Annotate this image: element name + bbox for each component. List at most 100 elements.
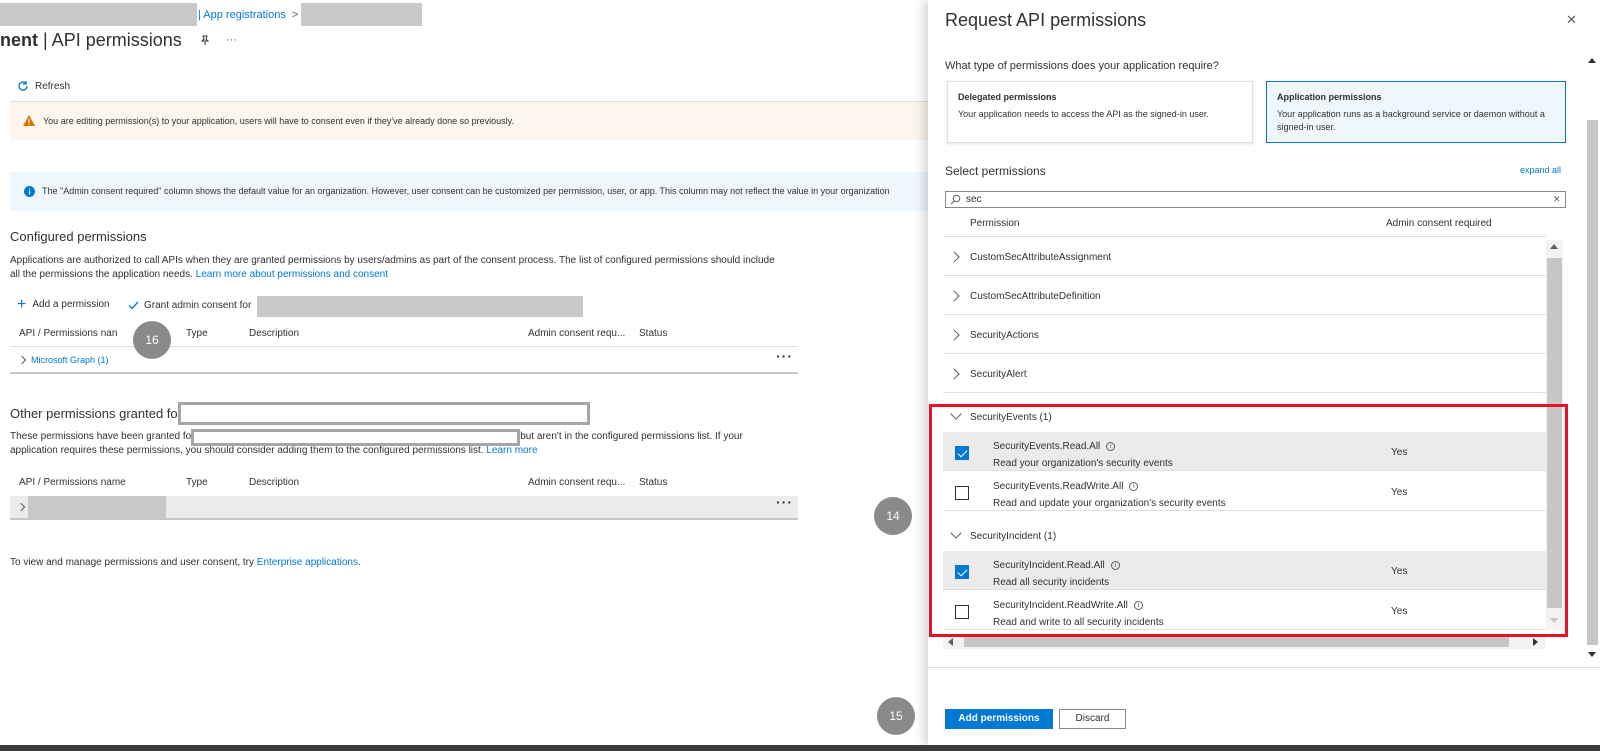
panel-vertical-scrollbar[interactable]: [1585, 52, 1600, 662]
step-badge-16: 16: [133, 321, 171, 359]
group-label: SecurityActions: [970, 330, 1039, 341]
redacted-api-name: [28, 496, 166, 518]
chevron-right-icon: [948, 329, 960, 341]
scroll-thumb[interactable]: [1587, 120, 1598, 645]
scroll-left-icon[interactable]: [948, 638, 953, 646]
group-label: SecurityAlert: [970, 369, 1027, 380]
panel-title: Request API permissions: [945, 10, 1147, 30]
step-badge-14: 14: [874, 497, 912, 535]
row-more-icon[interactable]: ···: [776, 494, 793, 510]
refresh-button[interactable]: Refresh: [17, 80, 70, 92]
col-permission[interactable]: Permission: [970, 218, 1019, 229]
discard-button[interactable]: Discard: [1059, 709, 1126, 729]
chevron-right-icon: [17, 355, 27, 365]
warning-banner: You are editing permission(s) to your ap…: [10, 102, 928, 140]
info-icon: [24, 186, 35, 197]
enterprise-apps-link[interactable]: Enterprise applications: [257, 557, 358, 568]
plus-icon: +: [17, 295, 27, 313]
redacted-other-tenant-inline: [191, 429, 520, 446]
other-learn-more-link[interactable]: Learn more: [486, 445, 537, 456]
add-permission-label: Add a permission: [32, 299, 110, 310]
redacted-breadcrumb-root: [0, 3, 197, 26]
page-title: nent | API permissions: [0, 30, 182, 51]
highlight-box: [929, 404, 1568, 637]
application-title: Application permissions: [1277, 92, 1382, 102]
expand-all-link[interactable]: expand all: [1520, 165, 1561, 175]
configured-col-status[interactable]: Status: [639, 328, 667, 339]
delegated-title: Delegated permissions: [958, 92, 1057, 102]
chevron-right-icon: [16, 502, 26, 512]
search-value: sec: [966, 194, 982, 205]
info-banner: The "Admin consent required" column show…: [10, 172, 928, 211]
add-permission-button[interactable]: + Add a permission: [17, 295, 110, 313]
scroll-right-icon[interactable]: [1533, 638, 1538, 646]
more-actions-icon[interactable]: ···: [226, 34, 237, 46]
scroll-down-icon[interactable]: [1588, 652, 1596, 657]
table-row[interactable]: ···: [10, 494, 798, 520]
configured-col-api[interactable]: API / Permissions nan: [19, 328, 119, 339]
application-desc: Your application runs as a background se…: [1277, 109, 1545, 132]
table-row[interactable]: Microsoft Graph (1): [17, 355, 109, 365]
configured-col-admin-consent[interactable]: Admin consent requ...: [528, 328, 625, 339]
delegated-permissions-card[interactable]: Delegated permissions Your application n…: [947, 81, 1253, 143]
other-col-status[interactable]: Status: [639, 477, 667, 488]
other-col-type[interactable]: Type: [186, 477, 208, 488]
other-desc-b: but aren't in the configured permissions…: [520, 431, 743, 442]
grant-consent-button[interactable]: Grant admin consent for: [128, 300, 251, 311]
configured-col-type[interactable]: Type: [186, 328, 208, 339]
scroll-thumb[interactable]: [964, 636, 1509, 647]
breadcrumb-app-registrations[interactable]: | App registrations: [198, 9, 286, 21]
refresh-label: Refresh: [35, 80, 71, 92]
permission-group-custom-sec-attribute-definition[interactable]: CustomSecAttributeDefinition: [943, 276, 1546, 315]
other-title: Other permissions granted for: [10, 406, 182, 421]
footer-text: To view and manage permissions and user …: [10, 557, 361, 568]
info-text: The "Admin consent required" column show…: [42, 186, 890, 196]
chevron-right-icon: [948, 368, 960, 380]
search-clear-icon[interactable]: ✕: [1553, 194, 1561, 205]
scroll-up-icon[interactable]: [1550, 244, 1558, 249]
other-col-description[interactable]: Description: [249, 477, 299, 488]
microsoft-graph-link[interactable]: Microsoft Graph (1): [31, 355, 109, 365]
configured-desc: Applications are authorized to call APIs…: [10, 254, 800, 282]
other-col-admin-consent[interactable]: Admin consent requ...: [528, 477, 625, 488]
refresh-icon: [18, 81, 28, 91]
permission-group-security-actions[interactable]: SecurityActions: [943, 315, 1546, 354]
other-desc-line2: application requires these permissions, …: [10, 445, 484, 456]
close-icon[interactable]: ✕: [1566, 12, 1577, 28]
other-desc-a: These permissions have been granted fo: [10, 431, 192, 442]
configured-title: Configured permissions: [10, 229, 147, 244]
add-permissions-button[interactable]: Add permissions: [945, 709, 1053, 729]
warning-text: You are editing permission(s) to your ap…: [43, 116, 514, 126]
pin-icon[interactable]: [200, 35, 210, 45]
other-col-api[interactable]: API / Permissions name: [19, 477, 126, 488]
permission-type-question: What type of permissions does your appli…: [945, 60, 1219, 72]
redacted-other-tenant: [178, 402, 590, 425]
learn-more-link[interactable]: Learn more about permissions and consent: [196, 269, 388, 280]
configured-desc-line1: Applications are authorized to call APIs…: [10, 255, 775, 266]
configured-col-description[interactable]: Description: [249, 328, 299, 339]
col-admin-consent-required[interactable]: Admin consent required: [1386, 218, 1492, 229]
redacted-tenant-name: [257, 296, 583, 317]
bottom-bar: [0, 745, 1600, 751]
breadcrumb: | App registrations >: [198, 9, 298, 21]
permission-group-custom-sec-attribute-assignment[interactable]: CustomSecAttributeAssignment: [943, 237, 1546, 276]
row-more-icon[interactable]: ···: [776, 348, 793, 364]
application-permissions-card[interactable]: Application permissions Your application…: [1266, 81, 1566, 143]
checkmark-icon: [128, 301, 139, 310]
configured-desc-line2: all the permissions the application need…: [10, 269, 193, 280]
step-badge-15: 15: [877, 697, 915, 735]
chevron-right-icon: [948, 290, 960, 302]
redacted-breadcrumb-app: [301, 3, 422, 26]
group-label: CustomSecAttributeDefinition: [970, 291, 1101, 302]
select-permissions-label: Select permissions: [945, 164, 1046, 178]
footer-text-end: .: [357, 557, 361, 568]
scroll-up-icon[interactable]: [1588, 58, 1596, 63]
search-icon: [950, 194, 961, 205]
permission-search-input[interactable]: sec ✕: [945, 191, 1566, 208]
group-label: CustomSecAttributeAssignment: [970, 252, 1112, 263]
grant-consent-label: Grant admin consent for: [144, 300, 252, 311]
permission-group-security-alert[interactable]: SecurityAlert: [943, 354, 1546, 393]
chevron-right-icon: [948, 251, 960, 263]
warning-icon: [23, 115, 35, 126]
footer-text-lead: To view and manage permissions and user …: [10, 557, 255, 568]
